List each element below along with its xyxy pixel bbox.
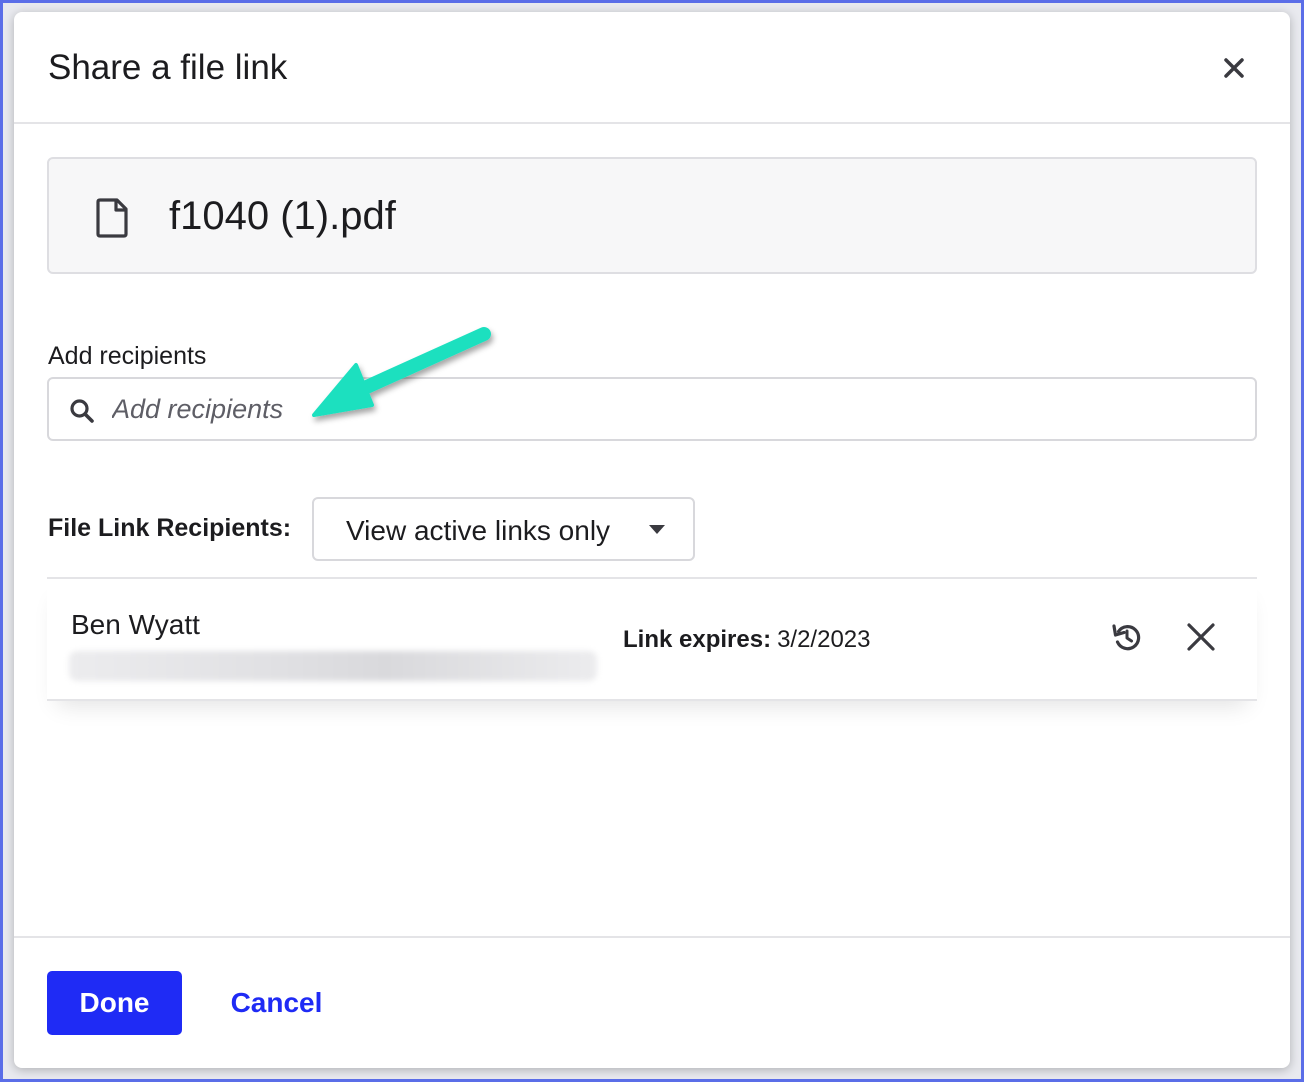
renew-link-button[interactable] bbox=[1109, 619, 1145, 655]
recipient-row: Ben Wyatt Link expires: 3/2/2023 bbox=[47, 577, 1257, 701]
link-filter-selected: View active links only bbox=[346, 515, 611, 546]
link-expiry: Link expires: 3/2/2023 bbox=[623, 626, 870, 654]
link-expiry-date: 3/2/2023 bbox=[777, 626, 871, 653]
link-expiry-label: Link expires: bbox=[623, 626, 772, 653]
file-name: f1040 (1).pdf bbox=[169, 194, 396, 238]
recipient-name: Ben Wyatt bbox=[71, 609, 200, 640]
search-icon bbox=[70, 399, 94, 423]
close-icon bbox=[1187, 623, 1215, 651]
close-icon bbox=[1224, 58, 1244, 78]
add-recipients-input[interactable] bbox=[112, 385, 1232, 433]
file-icon bbox=[96, 198, 128, 238]
file-link-recipients-label: File Link Recipients: bbox=[48, 514, 292, 542]
dialog-footer: Done Cancel bbox=[14, 936, 1290, 1068]
link-filter-dropdown[interactable]: View active links only bbox=[312, 497, 695, 561]
add-recipients-field[interactable] bbox=[47, 377, 1257, 441]
cancel-button[interactable]: Cancel bbox=[219, 971, 334, 1035]
add-recipients-label: Add recipients bbox=[48, 342, 207, 370]
refresh-icon bbox=[1112, 624, 1141, 651]
dialog-title: Share a file link bbox=[48, 48, 288, 87]
done-button[interactable]: Done bbox=[47, 971, 182, 1035]
recipient-email-redacted bbox=[69, 651, 597, 681]
share-file-link-dialog: Share a file link f1040 (1).pdf Add reci… bbox=[14, 12, 1290, 1068]
remove-recipient-button[interactable] bbox=[1185, 621, 1217, 653]
file-summary: f1040 (1).pdf bbox=[47, 157, 1257, 274]
close-button[interactable] bbox=[1222, 56, 1246, 80]
dialog-header: Share a file link bbox=[14, 12, 1290, 124]
caret-down-icon bbox=[649, 525, 665, 534]
